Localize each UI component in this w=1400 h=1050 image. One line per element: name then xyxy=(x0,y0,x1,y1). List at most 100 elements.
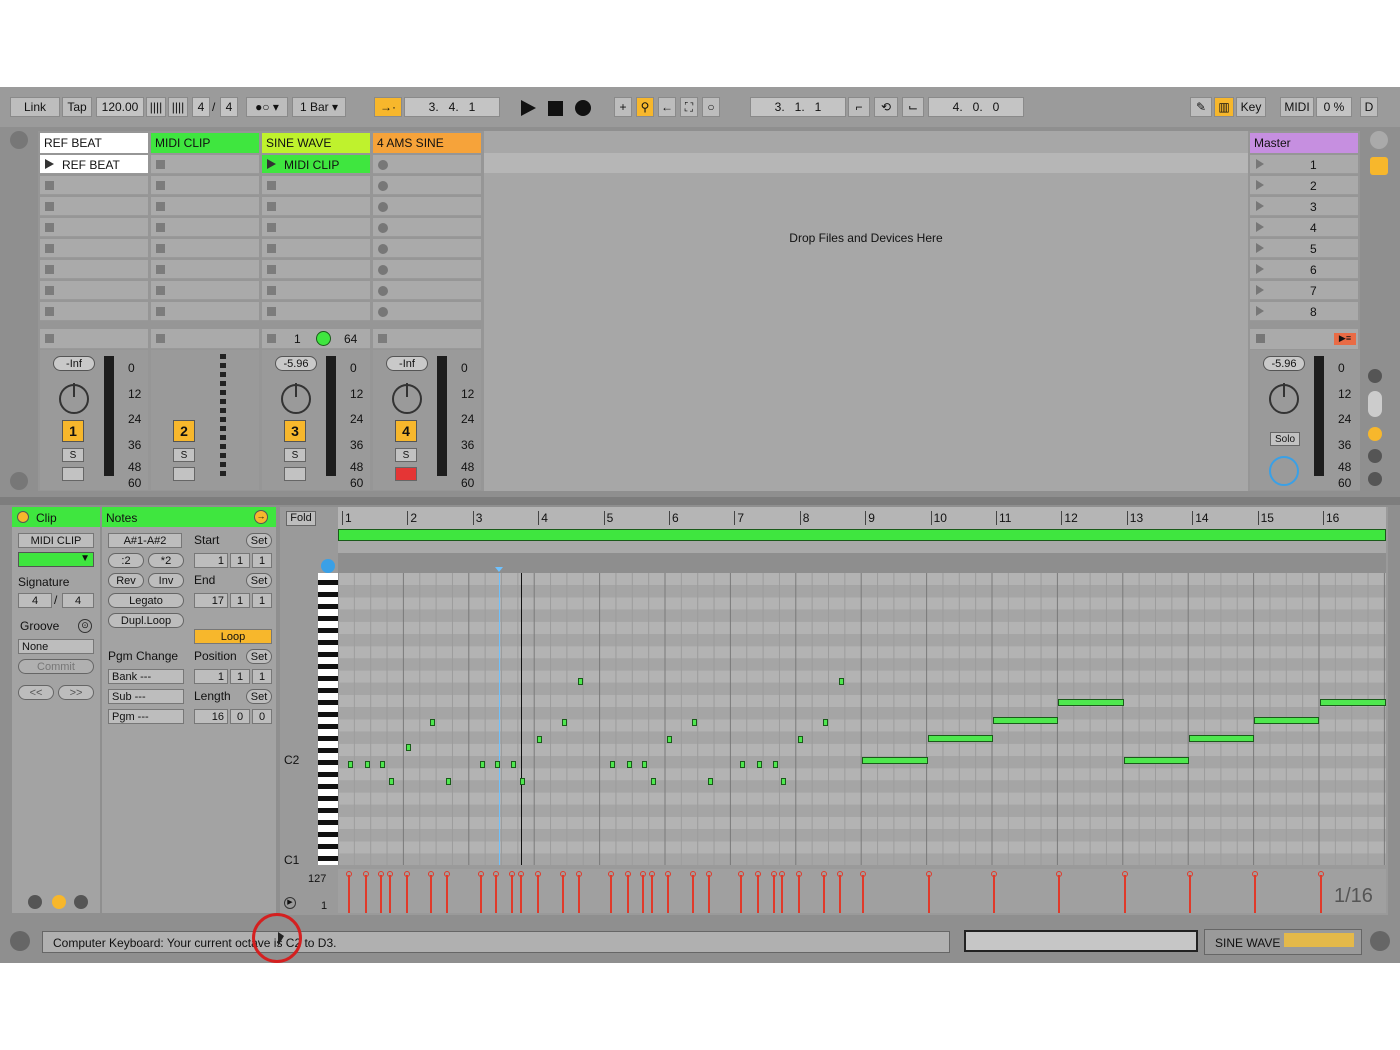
commit-button[interactable]: Commit xyxy=(18,659,94,674)
velocity-handle[interactable] xyxy=(378,871,384,877)
clip-slot[interactable]: MIDI CLIP xyxy=(262,155,370,174)
invert-button[interactable]: Inv xyxy=(148,573,184,588)
nudge-down-icon[interactable]: |||| xyxy=(146,97,166,117)
arrangement-view-icon[interactable] xyxy=(1370,131,1388,149)
prev-clip-button[interactable]: << xyxy=(18,685,54,700)
arm-button[interactable] xyxy=(173,467,195,481)
velocity-bar[interactable] xyxy=(862,875,864,913)
start-end-markers[interactable] xyxy=(338,541,1386,553)
fold-button[interactable]: Fold xyxy=(286,511,316,526)
velocity-handle[interactable] xyxy=(478,871,484,877)
clip-slot[interactable] xyxy=(373,281,481,300)
velocity-bar[interactable] xyxy=(365,875,367,913)
velocity-handle[interactable] xyxy=(428,871,434,877)
clip-slot[interactable] xyxy=(373,260,481,279)
midi-note[interactable] xyxy=(708,778,713,785)
velocity-bar[interactable] xyxy=(692,875,694,913)
velocity-bar[interactable] xyxy=(380,875,382,913)
velocity-bar[interactable] xyxy=(1058,875,1060,913)
scene-launch-4[interactable]: 4 xyxy=(1250,218,1358,237)
velocity-bar[interactable] xyxy=(1320,875,1322,913)
clip-name-field[interactable]: MIDI CLIP xyxy=(18,533,94,548)
velocity-handle[interactable] xyxy=(1122,871,1128,877)
arm-button[interactable] xyxy=(284,467,306,481)
clip-play-icon[interactable] xyxy=(267,159,276,169)
midi-note[interactable] xyxy=(537,736,542,743)
arm-button[interactable] xyxy=(62,467,84,481)
track-header-1[interactable]: REF BEAT xyxy=(40,133,148,153)
midi-note[interactable] xyxy=(928,735,993,742)
midi-note[interactable] xyxy=(1320,699,1386,706)
length-set-button[interactable]: Set xyxy=(246,689,272,704)
velocity-handle[interactable] xyxy=(560,871,566,877)
note-grid[interactable] xyxy=(338,573,1386,865)
mixer-overview-icon[interactable] xyxy=(1370,931,1390,951)
midi-note[interactable] xyxy=(773,761,778,768)
length-bar[interactable]: 16 xyxy=(194,709,228,724)
mixer-toggle-icon[interactable] xyxy=(1368,427,1382,441)
velocity-preview-icon[interactable]: ▶ xyxy=(284,897,296,909)
sends-toggle-icon[interactable] xyxy=(1368,391,1382,417)
clip-slot[interactable] xyxy=(40,197,148,216)
session-record-icon[interactable]: ○ xyxy=(702,97,720,117)
velocity-bar[interactable] xyxy=(348,875,350,913)
velocity-handle[interactable] xyxy=(779,871,785,877)
clip-stop-button[interactable]: 1 64 xyxy=(262,329,370,349)
midi-note[interactable] xyxy=(562,719,567,726)
midi-note[interactable] xyxy=(757,761,762,768)
end-sixteenth[interactable]: 1 xyxy=(252,593,272,608)
arrangement-position[interactable]: 3. 4. 1 xyxy=(404,97,500,117)
sub-bank-field[interactable]: Sub --- xyxy=(108,689,184,704)
clip-slot[interactable] xyxy=(373,197,481,216)
clip-slot[interactable] xyxy=(262,197,370,216)
grid-resolution[interactable]: 1/16 xyxy=(1334,885,1373,908)
length-beat[interactable]: 0 xyxy=(230,709,250,724)
start-bar[interactable]: 1 xyxy=(194,553,228,568)
solo-button[interactable]: S xyxy=(173,448,195,462)
groove-pool-icon[interactable]: ⊙ xyxy=(78,619,92,633)
clip-color-dropdown[interactable]: ▼ xyxy=(18,552,94,567)
tap-button[interactable]: Tap xyxy=(62,97,92,117)
midi-note[interactable] xyxy=(610,761,615,768)
midi-note[interactable] xyxy=(651,778,656,785)
nudge-up-icon[interactable]: |||| xyxy=(168,97,188,117)
velocity-bar[interactable] xyxy=(495,875,497,913)
midi-note[interactable] xyxy=(389,778,394,785)
envelopes-box-icon[interactable] xyxy=(74,895,88,909)
clip-stop-button[interactable] xyxy=(151,329,259,349)
play-icon[interactable] xyxy=(521,100,536,116)
clip-slot[interactable] xyxy=(262,260,370,279)
automation-arm-icon[interactable]: ⚲ xyxy=(636,97,654,117)
clip-slot[interactable] xyxy=(151,197,259,216)
clip-stop-button[interactable] xyxy=(40,329,148,349)
midi-note[interactable] xyxy=(406,744,411,751)
clip-slot[interactable] xyxy=(40,176,148,195)
velocity-bar[interactable] xyxy=(430,875,432,913)
velocity-handle[interactable] xyxy=(860,871,866,877)
signature-denominator[interactable]: 4 xyxy=(220,97,238,117)
midi-note[interactable] xyxy=(380,761,385,768)
midi-note[interactable] xyxy=(520,778,525,785)
session-view-icon[interactable] xyxy=(1370,157,1388,175)
midi-note[interactable] xyxy=(627,761,632,768)
velocity-bar[interactable] xyxy=(993,875,995,913)
reverse-button[interactable]: Rev xyxy=(108,573,144,588)
arm-button[interactable] xyxy=(395,467,417,481)
computer-keyboard-icon[interactable]: ▥ xyxy=(1214,97,1234,117)
midi-note[interactable] xyxy=(511,761,516,768)
velocity-bar[interactable] xyxy=(708,875,710,913)
velocity-bar[interactable] xyxy=(773,875,775,913)
velocity-bar[interactable] xyxy=(610,875,612,913)
midi-note[interactable] xyxy=(348,761,353,768)
groove-field[interactable]: None xyxy=(18,639,94,654)
loop-brace[interactable] xyxy=(338,529,1386,541)
loop-start-field[interactable]: 3. 1. 1 xyxy=(750,97,846,117)
clip-slot[interactable] xyxy=(262,239,370,258)
program-field[interactable]: Pgm --- xyxy=(108,709,184,724)
velocity-bar[interactable] xyxy=(839,875,841,913)
cue-volume-knob[interactable] xyxy=(1269,456,1299,486)
crossfader-toggle-icon[interactable] xyxy=(1368,449,1382,463)
clip-slot[interactable] xyxy=(262,281,370,300)
clip-slot[interactable] xyxy=(373,218,481,237)
overview-thumbnail[interactable] xyxy=(964,930,1198,952)
